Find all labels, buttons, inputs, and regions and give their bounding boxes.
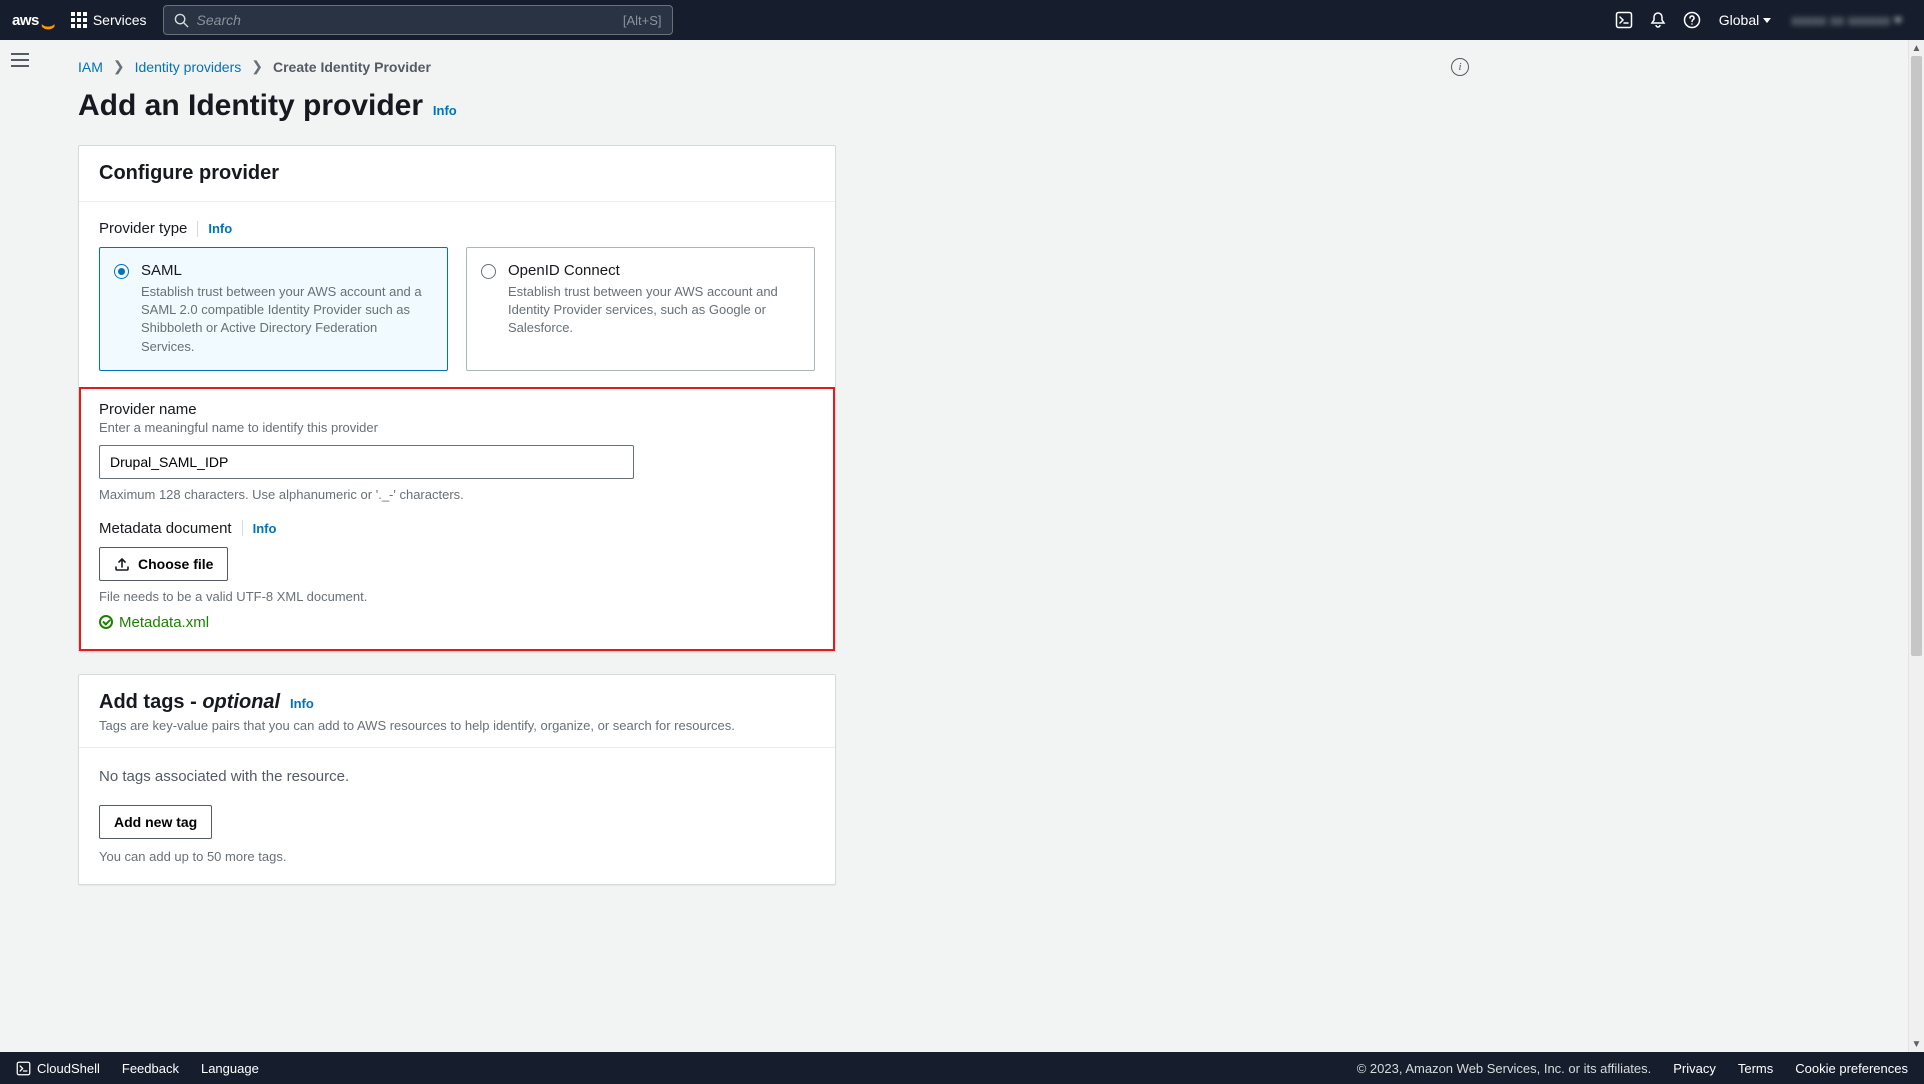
info-circle-icon: i [1451, 58, 1469, 76]
account-label: xxxxx xx xxxxxx [1791, 12, 1890, 28]
page-info-link[interactable]: Info [433, 103, 457, 118]
bottom-bar: CloudShell Feedback Language © 2023, Ama… [0, 1052, 1924, 1084]
scrollbar[interactable]: ▲ ▼ [1908, 40, 1924, 1052]
tags-title-a: Add tags - [99, 691, 202, 713]
saml-desc: Establish trust between your AWS account… [141, 283, 433, 356]
cloudshell-link[interactable]: CloudShell [16, 1061, 100, 1076]
metadata-info[interactable]: Info [253, 521, 277, 536]
language-label: Language [201, 1061, 259, 1076]
provider-name-subtext: Enter a meaningful name to identify this… [99, 420, 815, 435]
saml-title: SAML [141, 262, 433, 279]
tags-info[interactable]: Info [290, 696, 314, 711]
radio-icon [114, 264, 129, 279]
configure-heading: Configure provider [99, 162, 815, 185]
provider-name-label: Provider name [99, 401, 815, 418]
oidc-desc: Establish trust between your AWS account… [508, 283, 800, 338]
breadcrumb: IAM ❯ Identity providers ❯ Create Identi… [78, 58, 1400, 75]
tags-title-optional: optional [202, 691, 280, 713]
terms-link[interactable]: Terms [1738, 1061, 1773, 1076]
scroll-up-icon[interactable]: ▲ [1909, 40, 1924, 56]
account-menu[interactable]: xxxxx xx xxxxxx [1781, 12, 1912, 28]
aws-logo-text: aws [12, 12, 39, 29]
provider-type-oidc[interactable]: OpenID Connect Establish trust between y… [466, 247, 815, 371]
oidc-title: OpenID Connect [508, 262, 800, 279]
search-input[interactable] [197, 12, 623, 28]
hamburger-icon [11, 53, 29, 67]
feedback-label: Feedback [122, 1061, 179, 1076]
aws-logo[interactable]: aws⌣ [12, 12, 55, 29]
highlighted-section: Provider name Enter a meaningful name to… [79, 387, 835, 651]
radio-icon [481, 264, 496, 279]
tags-empty-text: No tags associated with the resource. [99, 768, 815, 785]
search-shortcut: [Alt+S] [623, 13, 662, 28]
chevron-down-icon [1894, 18, 1902, 23]
cookies-link[interactable]: Cookie preferences [1795, 1061, 1908, 1076]
divider [197, 221, 198, 237]
divider [242, 520, 243, 536]
sidebar-toggle[interactable] [0, 40, 40, 80]
top-nav: aws⌣ Services [Alt+S] Global xxxxx xx xx… [0, 0, 1924, 40]
cloudshell-icon[interactable] [1607, 3, 1641, 37]
tags-limit-hint: You can add up to 50 more tags. [99, 849, 815, 864]
search-icon [174, 13, 189, 28]
provider-type-info[interactable]: Info [208, 221, 232, 236]
scroll-down-icon[interactable]: ▼ [1909, 1036, 1924, 1052]
chevron-right-icon: ❯ [113, 58, 125, 75]
help-panel-toggle[interactable]: i [1440, 40, 1480, 947]
check-circle-icon [99, 615, 113, 629]
copyright-text: © 2023, Amazon Web Services, Inc. or its… [1357, 1061, 1652, 1076]
services-label: Services [93, 12, 147, 28]
grid-icon [71, 12, 87, 28]
feedback-link[interactable]: Feedback [122, 1061, 179, 1076]
provider-name-input[interactable] [99, 445, 634, 479]
breadcrumb-current: Create Identity Provider [273, 59, 431, 75]
choose-file-button[interactable]: Choose file [99, 547, 228, 581]
provider-type-saml[interactable]: SAML Establish trust between your AWS ac… [99, 247, 448, 371]
configure-provider-panel: Configure provider Provider type Info SA… [78, 145, 836, 652]
uploaded-file-status: Metadata.xml [99, 614, 815, 631]
metadata-hint: File needs to be a valid UTF-8 XML docum… [99, 589, 815, 604]
uploaded-file-name: Metadata.xml [119, 614, 209, 631]
breadcrumb-identity-providers[interactable]: Identity providers [135, 59, 242, 75]
metadata-label: Metadata document [99, 520, 232, 537]
region-label: Global [1719, 12, 1759, 28]
global-search[interactable]: [Alt+S] [163, 5, 673, 35]
region-selector[interactable]: Global [1709, 12, 1781, 28]
upload-icon [114, 556, 130, 572]
privacy-link[interactable]: Privacy [1673, 1061, 1716, 1076]
chevron-down-icon [1763, 18, 1771, 23]
breadcrumb-iam[interactable]: IAM [78, 59, 103, 75]
page-title: Add an Identity provider [78, 89, 423, 122]
tags-title: Add tags - optional [99, 691, 280, 713]
provider-name-hint: Maximum 128 characters. Use alphanumeric… [99, 487, 815, 502]
add-new-tag-button[interactable]: Add new tag [99, 805, 212, 839]
provider-type-label: Provider type [99, 220, 187, 237]
tags-panel: Add tags - optional Info Tags are key-va… [78, 674, 836, 885]
services-menu[interactable]: Services [71, 12, 147, 28]
tags-desc: Tags are key-value pairs that you can ad… [99, 718, 815, 733]
choose-file-label: Choose file [138, 556, 213, 572]
notifications-icon[interactable] [1641, 3, 1675, 37]
language-link[interactable]: Language [201, 1061, 259, 1076]
scroll-thumb[interactable] [1911, 56, 1922, 656]
help-icon[interactable] [1675, 3, 1709, 37]
chevron-right-icon: ❯ [251, 58, 263, 75]
cloudshell-label: CloudShell [37, 1061, 100, 1076]
